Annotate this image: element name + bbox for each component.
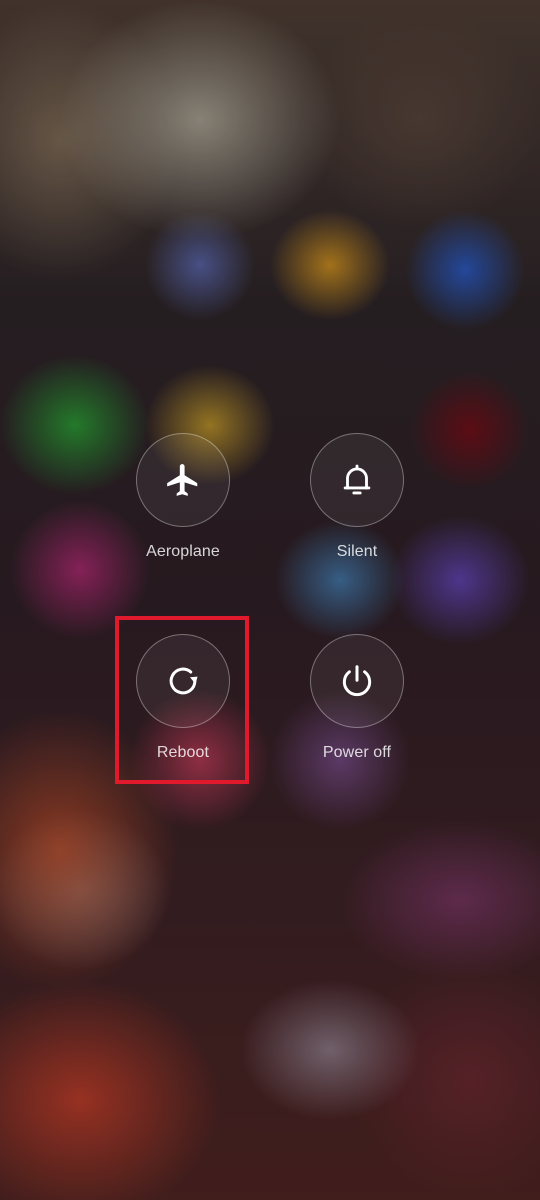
reboot-button[interactable] — [136, 634, 230, 728]
bell-icon — [343, 464, 371, 495]
reboot-label: Reboot — [156, 744, 210, 761]
airplane-icon — [167, 464, 198, 496]
power-off-button[interactable] — [310, 634, 404, 728]
silent-action[interactable]: Silent — [277, 433, 437, 561]
power-off-label: Power off — [322, 744, 392, 761]
power-menu-screen: Aeroplane Silent Reboot Power off — [0, 0, 540, 1200]
aeroplane-label: Aeroplane — [146, 543, 220, 560]
aeroplane-button[interactable] — [136, 433, 230, 527]
power-off-action[interactable]: Power off — [277, 634, 437, 762]
aeroplane-action[interactable]: Aeroplane — [103, 433, 263, 561]
background-dim-overlay — [0, 0, 540, 1200]
power-icon — [342, 665, 372, 697]
silent-button[interactable] — [310, 433, 404, 527]
reboot-action[interactable]: Reboot — [103, 634, 263, 762]
silent-label: Silent — [336, 543, 378, 560]
reboot-icon — [169, 667, 198, 695]
